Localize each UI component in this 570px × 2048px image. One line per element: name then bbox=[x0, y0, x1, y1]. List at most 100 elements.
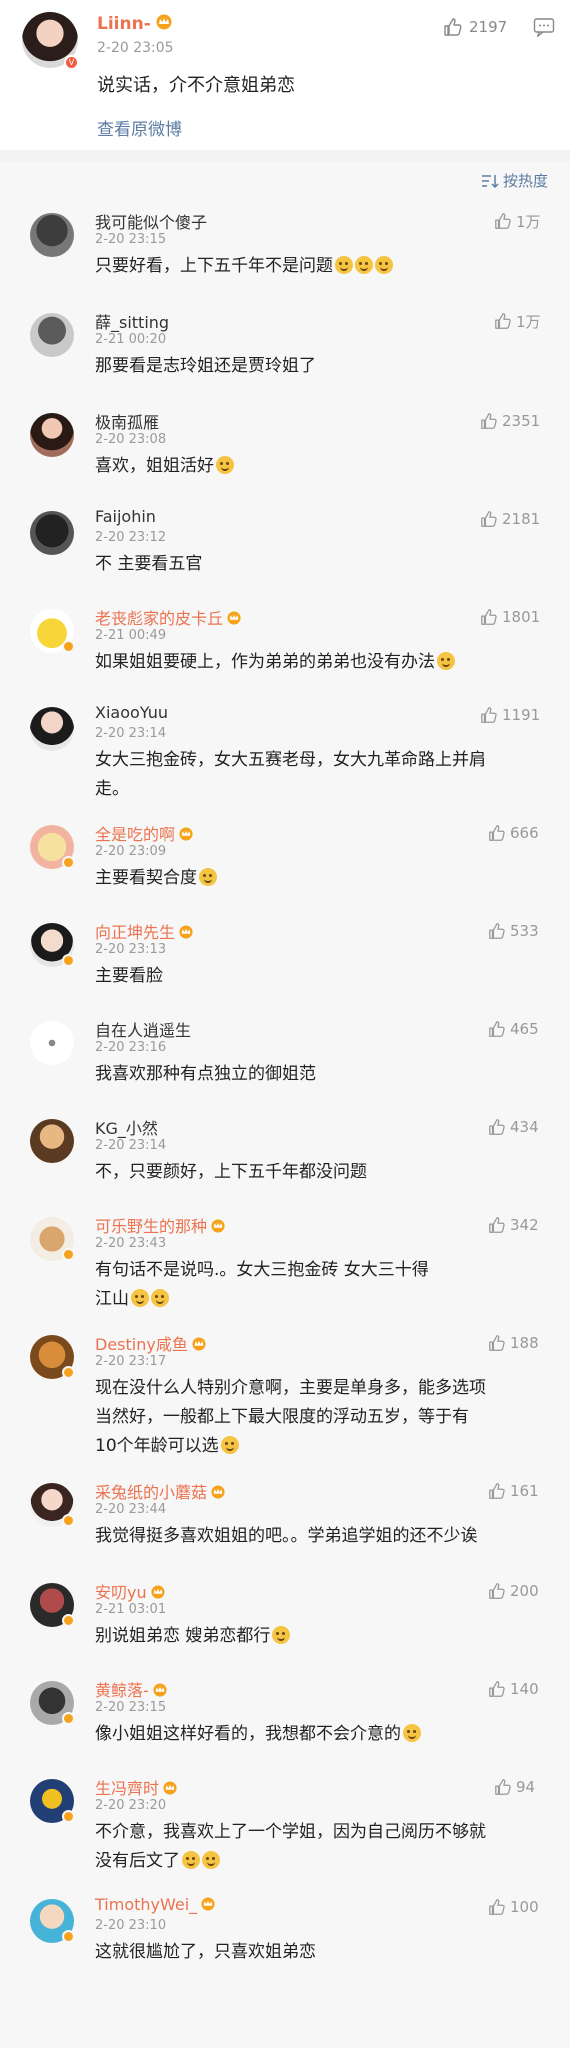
vip-crown-icon bbox=[211, 1485, 225, 1499]
commenter-name[interactable]: 向正坤先生 bbox=[95, 919, 194, 943]
post-like-button[interactable]: 2197 bbox=[443, 16, 507, 38]
thumbs-up-icon bbox=[481, 511, 497, 527]
thumbs-up-icon bbox=[495, 313, 511, 329]
vip-crown-icon bbox=[179, 827, 193, 841]
commenter-name[interactable]: 安叨yu bbox=[95, 1579, 166, 1603]
comment-like-button[interactable]: 666 bbox=[488, 823, 539, 843]
comment-text: 像小姐姐这样好看的，我想都不会介意的 bbox=[95, 1721, 421, 1748]
smile-emoji-icon bbox=[202, 1851, 220, 1869]
vip-crown-icon bbox=[156, 14, 172, 30]
commenter-name-text: KG_小然 bbox=[95, 1119, 158, 1138]
commenter-name-text: 我可能似个傻子 bbox=[95, 213, 208, 232]
commenter-name[interactable]: 薛_sitting bbox=[95, 309, 169, 333]
comment-like-count: 2181 bbox=[502, 510, 541, 528]
verified-badge-icon: V bbox=[64, 55, 79, 70]
commenter-name[interactable]: 采兔纸的小蘑菇 bbox=[95, 1479, 226, 1503]
comment-like-button[interactable]: 342 bbox=[488, 1215, 539, 1235]
commenter-name[interactable]: XiaooYuu bbox=[95, 703, 168, 722]
comment-like-count: 342 bbox=[510, 1216, 539, 1234]
vip-crown-icon bbox=[192, 1337, 206, 1351]
comment-like-button[interactable]: 1万 bbox=[494, 311, 541, 331]
comment-time: 2-20 23:16 bbox=[95, 1040, 167, 1055]
vip-crown-icon bbox=[153, 1683, 167, 1697]
sort-by-hotness-button[interactable]: 按热度 bbox=[481, 170, 548, 191]
smile-emoji-icon bbox=[437, 652, 455, 670]
comment-time: 2-20 23:12 bbox=[95, 530, 167, 545]
commenter-avatar[interactable] bbox=[30, 1119, 74, 1163]
commenter-avatar[interactable] bbox=[30, 1021, 74, 1065]
thumbs-up-icon bbox=[489, 923, 505, 939]
commenter-name[interactable]: Faijohin bbox=[95, 507, 156, 526]
comment-time: 2-20 23:09 bbox=[95, 844, 167, 859]
commenter-avatar[interactable] bbox=[30, 413, 74, 457]
comment-like-button[interactable]: 200 bbox=[488, 1581, 539, 1601]
thumbs-up-icon bbox=[481, 413, 497, 429]
smile-emoji-icon bbox=[403, 1724, 421, 1742]
post-time: 2-20 23:05 bbox=[97, 40, 174, 56]
comment-text: 不，只要颜好，上下五千年都没问题 bbox=[95, 1162, 367, 1182]
comment-like-button[interactable]: 2181 bbox=[480, 509, 540, 529]
commenter-name[interactable]: 老丧彪家的皮卡丘 bbox=[95, 605, 242, 629]
comment-like-button[interactable]: 100 bbox=[488, 1897, 539, 1917]
comment-like-button[interactable]: 188 bbox=[488, 1333, 539, 1353]
vip-crown-icon bbox=[227, 611, 241, 625]
comment-like-button[interactable]: 94 bbox=[494, 1777, 535, 1797]
thumbs-up-icon bbox=[481, 707, 497, 723]
thumbs-up-icon bbox=[495, 1779, 511, 1795]
thumbs-up-icon bbox=[489, 1217, 505, 1233]
commenter-name-text: 可乐野生的那种 bbox=[95, 1217, 208, 1236]
comment-like-button[interactable]: 1801 bbox=[480, 607, 540, 627]
comment-time: 2-20 23:20 bbox=[95, 1798, 167, 1813]
comment-like-button[interactable]: 161 bbox=[488, 1481, 539, 1501]
comment-like-count: 1801 bbox=[502, 608, 541, 626]
commenter-name[interactable]: 我可能似个傻子 bbox=[95, 209, 207, 233]
comment-like-button[interactable]: 465 bbox=[488, 1019, 539, 1039]
commenter-name[interactable]: 黄鲸落- bbox=[95, 1677, 168, 1701]
comment-text: 江山 bbox=[95, 1286, 169, 1313]
post-author-name[interactable]: Liinn- bbox=[97, 14, 173, 34]
commenter-name[interactable]: Destiny咸鱼 bbox=[95, 1331, 207, 1355]
commenter-name[interactable]: 全是吃的啊 bbox=[95, 821, 194, 845]
comment-time: 2-20 23:43 bbox=[95, 1236, 167, 1251]
vip-crown-icon bbox=[151, 1585, 165, 1599]
comment-text: 当然好，一般都上下最大限度的浮动五岁，等于有 bbox=[95, 1407, 469, 1427]
original-post: V Liinn- 2-20 23:05 2197 说实话，介不介意姐弟恋 查看原… bbox=[0, 0, 570, 150]
smile-emoji-icon bbox=[220, 1436, 239, 1454]
commenter-avatar[interactable] bbox=[30, 313, 74, 357]
comment-time: 2-21 00:49 bbox=[95, 628, 167, 643]
commenter-name[interactable]: 生冯齊时 bbox=[95, 1775, 178, 1799]
commenter-name[interactable]: TimothyWei_ bbox=[95, 1895, 216, 1914]
view-original-link[interactable]: 查看原微博 bbox=[97, 115, 182, 140]
comment-like-count: 666 bbox=[510, 824, 539, 842]
comment-like-button[interactable]: 533 bbox=[488, 921, 539, 941]
post-text: 说实话，介不介意姐弟恋 bbox=[97, 75, 295, 96]
comment-reply-icon[interactable] bbox=[533, 17, 555, 37]
commenter-name[interactable]: 可乐野生的那种 bbox=[95, 1213, 226, 1237]
comment-text: 那要看是志玲姐还是贾玲姐了 bbox=[95, 356, 316, 376]
comment-like-button[interactable]: 2351 bbox=[480, 411, 540, 431]
commenter-name[interactable]: 自在人逍遥生 bbox=[95, 1017, 191, 1041]
commenter-avatar[interactable] bbox=[30, 213, 74, 257]
member-badge-icon bbox=[62, 856, 75, 869]
comment-like-button[interactable]: 1万 bbox=[494, 211, 541, 231]
commenter-avatar[interactable] bbox=[30, 707, 74, 751]
commenter-avatar[interactable] bbox=[30, 511, 74, 555]
commenter-name[interactable]: 极南孤雁 bbox=[95, 409, 159, 433]
member-badge-icon bbox=[62, 1248, 75, 1261]
thumbs-up-icon bbox=[495, 213, 511, 229]
thumbs-up-icon bbox=[481, 609, 497, 625]
comment-like-button[interactable]: 434 bbox=[488, 1117, 539, 1137]
comment-like-button[interactable]: 140 bbox=[488, 1679, 539, 1699]
commenter-name[interactable]: KG_小然 bbox=[95, 1115, 158, 1139]
comment-time: 2-21 00:20 bbox=[95, 332, 167, 347]
vip-crown-icon bbox=[211, 1219, 225, 1233]
commenter-name-text: TimothyWei_ bbox=[95, 1895, 198, 1914]
comment-text: 现在没什么人特别介意啊，主要是单身多，能多选项 bbox=[95, 1378, 486, 1398]
comment-text: 如果姐姐要硬上，作为弟弟的弟弟也没有办法 bbox=[95, 649, 455, 676]
comment-like-button[interactable]: 1191 bbox=[480, 705, 540, 725]
comment-like-count: 533 bbox=[510, 922, 539, 940]
member-badge-icon bbox=[62, 954, 75, 967]
comment-like-count: 2351 bbox=[502, 412, 541, 430]
commenter-name-text: 老丧彪家的皮卡丘 bbox=[95, 609, 224, 628]
smile-emoji-icon bbox=[335, 256, 353, 274]
